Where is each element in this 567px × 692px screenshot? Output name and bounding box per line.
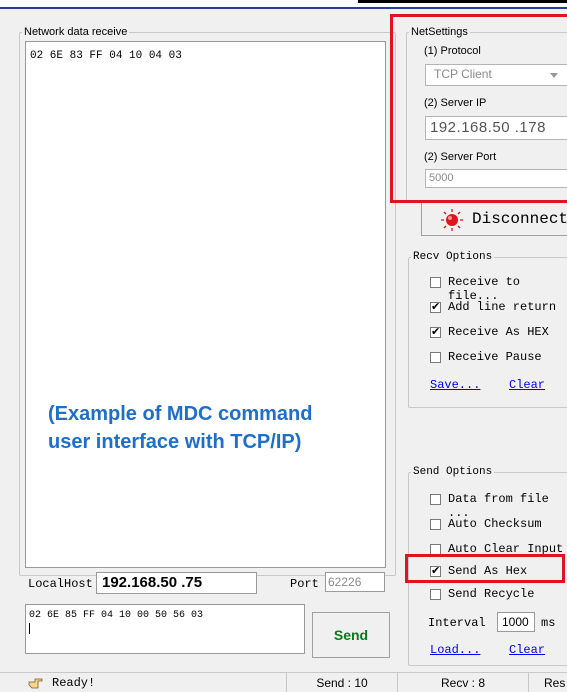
- interval-value: 1000: [502, 615, 529, 629]
- caption-line-1: (Example of MDC command: [48, 403, 313, 425]
- status-ready-cell: Ready!: [0, 673, 287, 692]
- add-line-return-checkbox[interactable]: [430, 300, 441, 313]
- caption-line-2: user interface with TCP/IP): [48, 431, 302, 453]
- recv-options-title: Recv Options: [413, 251, 493, 263]
- recv-text-area[interactable]: 02 6E 83 FF 04 10 04 03: [25, 41, 386, 568]
- interval-label: Interval: [428, 616, 486, 630]
- recv-option-label: Receive to file...: [448, 275, 521, 303]
- window-top-border: [0, 0, 567, 9]
- save-link[interactable]: Save...: [430, 378, 480, 392]
- recv-option-label: Receive Pause: [448, 350, 542, 364]
- send-recycle-checkbox[interactable]: [430, 589, 441, 600]
- recv-option-label: Add line return: [448, 300, 557, 314]
- recv-to-file-checkbox[interactable]: [430, 277, 441, 288]
- status-send-count: Send : 10: [287, 673, 398, 692]
- app-window: Network data receive 02 6E 83 FF 04 10 0…: [0, 0, 567, 692]
- auto-checksum-checkbox[interactable]: [430, 519, 441, 530]
- pointing-hand-icon: [28, 678, 43, 689]
- local-port-label: Port: [290, 577, 319, 591]
- highlight-send-as-hex: [405, 554, 565, 583]
- data-from-file-checkbox[interactable]: [430, 494, 441, 505]
- interval-unit: ms: [541, 616, 556, 630]
- send-option-label: Send Recycle: [448, 587, 535, 601]
- interval-input[interactable]: 1000: [497, 612, 535, 632]
- example-caption: (Example of MDC command user interface w…: [48, 400, 312, 456]
- reset-button[interactable]: Res: [529, 673, 567, 692]
- recv-option-label: Receive As HEX: [448, 325, 549, 339]
- localhost-label: LocalHost: [28, 577, 93, 591]
- local-port-value: 62226: [328, 575, 362, 589]
- receive-as-hex-checkbox[interactable]: [430, 325, 441, 338]
- send-option-label: Data from file ...: [448, 492, 549, 520]
- highlight-netsettings: [390, 14, 567, 203]
- disconnect-label: Disconnect: [472, 210, 567, 228]
- load-link[interactable]: Load...: [430, 643, 480, 657]
- send-options-title: Send Options: [413, 466, 493, 478]
- status-ready: Ready!: [52, 676, 96, 690]
- localhost-ip-value: 192.168.50 .75: [102, 574, 203, 591]
- status-recv-count: Recv : 8: [398, 673, 529, 692]
- send-text-area[interactable]: 02 6E 85 FF 04 10 00 50 56 03: [25, 604, 305, 654]
- record-red-icon: [441, 209, 463, 231]
- localhost-ip-field[interactable]: 192.168.50 .75: [96, 572, 257, 594]
- receive-pause-checkbox[interactable]: [430, 352, 441, 363]
- send-clear-link[interactable]: Clear: [509, 643, 545, 657]
- send-button[interactable]: Send: [312, 612, 390, 658]
- recv-group-title: Network data receive: [24, 26, 128, 38]
- send-option-label: Auto Checksum: [448, 517, 542, 531]
- recv-clear-link[interactable]: Clear: [509, 378, 545, 392]
- send-content: 02 6E 85 FF 04 10 00 50 56 03: [29, 610, 204, 621]
- status-bar: Ready! Send : 10 Recv : 8 Res: [0, 672, 567, 692]
- local-port-field[interactable]: 62226: [325, 572, 385, 592]
- text-cursor: [29, 623, 30, 634]
- recv-content: 02 6E 83 FF 04 10 04 03: [30, 50, 182, 62]
- disconnect-button[interactable]: Disconnect: [421, 202, 567, 236]
